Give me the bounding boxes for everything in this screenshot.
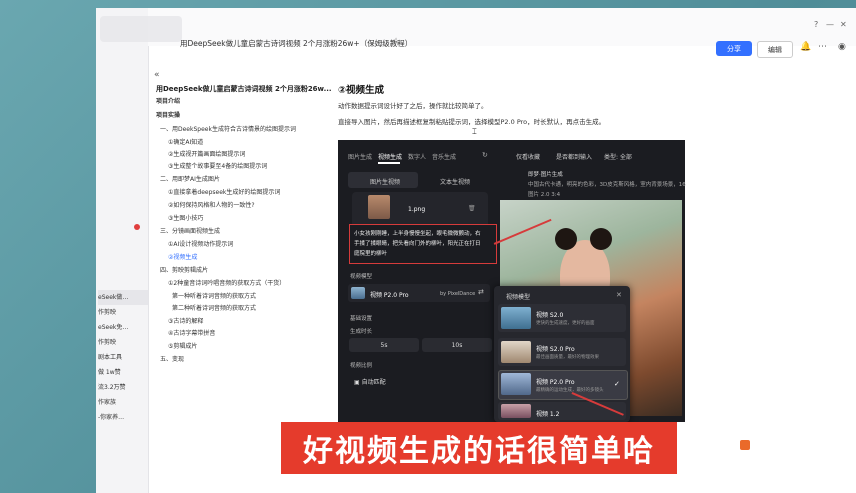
model-option-desc: 最佳画面质量，最好的物理效果 [536, 355, 599, 360]
notification-badge [134, 224, 140, 230]
toc-item[interactable]: ②生成视开篇画面绘图提示词 [168, 149, 245, 158]
share-button[interactable]: 分享 [716, 41, 752, 56]
toc-item[interactable]: ③生图小技巧 [168, 213, 203, 222]
toc-item[interactable]: 三、分镜画面视频生成 [160, 226, 220, 235]
duration-10s[interactable]: 10s [422, 338, 492, 352]
model-provider: by PixelDance [440, 291, 476, 297]
popup-title: 视频模型 [506, 294, 531, 301]
blurred-area [100, 16, 182, 42]
toc-item[interactable]: ⑤剪辑成片 [168, 341, 197, 350]
settings-icon[interactable]: ⇄ [478, 288, 484, 296]
tab-underline [378, 162, 400, 164]
sidebar-item[interactable]: 流3.2万赞 [98, 380, 148, 395]
feed-favorites[interactable]: 仅看收藏 [516, 152, 540, 161]
toc-title[interactable]: 用DeepSeek做儿童启蒙古诗词视频 2个月涨粉26w... [156, 84, 332, 94]
sidebar-item[interactable]: 做 1w赞 [98, 365, 148, 380]
toc-item[interactable]: ②视频生成 [168, 252, 197, 261]
auto-match-option[interactable]: ▣ 自动匹配 [354, 377, 386, 386]
sidebar-item[interactable]: eSeek免… [98, 320, 148, 335]
delete-icon[interactable]: 🗑 [468, 205, 476, 212]
model-option-desc: 更快的生成速度，更好的画面 [536, 321, 595, 326]
figure-hair [555, 228, 577, 250]
prompt-line: 庭院里的柳叶 [354, 251, 388, 257]
model-thumbnail [351, 287, 365, 299]
check-icon: ✓ [614, 380, 620, 388]
cursor-icon: ⌶ [472, 127, 477, 136]
toc-item[interactable]: 五、变现 [160, 354, 184, 363]
sidebar-item[interactable]: eSeek做… [98, 290, 148, 305]
ratio-label: 视频比例 [350, 363, 373, 369]
refresh-icon[interactable]: ↻ [482, 151, 488, 159]
star-icon[interactable]: ☆ [392, 37, 400, 47]
toc-item[interactable]: 项目实操 [156, 110, 180, 119]
uploaded-thumbnail [368, 195, 390, 219]
tab-music-gen[interactable]: 音乐生成 [432, 152, 456, 161]
model-label: 视频模型 [350, 274, 373, 280]
model-thumbnail [501, 373, 531, 395]
sidebar-item[interactable]: 剧本工具 [98, 350, 148, 365]
logo-icon [740, 440, 750, 450]
feed-user: 即梦·图片生成 [528, 172, 563, 178]
sidebar-list: eSeek做… 作剪映 eSeek免… 作剪映 剧本工具 做 1w赞 流3.2万… [98, 290, 148, 425]
toc-item[interactable]: 第一种听着诗词音频的获取方式 [172, 291, 256, 300]
feed-meta: 图片 2.0 3:4 [528, 192, 561, 198]
duration-label: 生成时长 [350, 329, 373, 335]
user-icon[interactable]: ◉ [838, 42, 846, 52]
feed-filter[interactable]: 是否都到输入 [556, 152, 592, 161]
paragraph: 直接导入图片，然后再描述框复制粘贴提示词，选择模型P2.0 Pro，时长默认，再… [338, 118, 606, 126]
edit-button[interactable]: 编辑 [757, 41, 793, 58]
model-name: 视频 P2.0 Pro [370, 292, 409, 299]
help-icon[interactable]: ? [814, 20, 818, 29]
auto-match-label: 自动匹配 [361, 379, 386, 386]
model-option-name: 视频 1.2 [536, 411, 560, 418]
sidebar-item[interactable]: 作剪映 [98, 305, 148, 320]
tab-video-gen[interactable]: 视频生成 [378, 152, 402, 161]
sidebar-item[interactable]: -你家养… [98, 410, 148, 425]
tab-digital-human[interactable]: 数字人 [408, 152, 426, 161]
sidebar-item[interactable]: 作剪映 [98, 335, 148, 350]
toc-item[interactable]: ②如何保持风格和人物的一致性? [168, 200, 255, 209]
toc-item[interactable]: ①2种童音诗词吟唱音频的获取方式（干货） [168, 278, 285, 287]
paragraph: 动作数据提示词设计好了之后，操作就比较简单了。 [338, 102, 488, 110]
collapse-icon[interactable]: « [154, 70, 160, 80]
toc-item[interactable]: ①AI设计视频动作提示词 [168, 239, 233, 248]
feed-desc: 中国古代卡通，明亮的色彩，3D皮克斯风格，室内背景场景，16 [528, 182, 686, 188]
toc-item[interactable]: 项目介绍 [156, 96, 180, 105]
toc-item[interactable]: 四、剪映剪辑成片 [160, 265, 208, 274]
duration-5s[interactable]: 5s [349, 338, 419, 352]
subtab-image-to-video[interactable]: 图片生视频 [370, 177, 400, 186]
toc-item[interactable]: ①确定AI知道 [168, 137, 203, 146]
toc-item[interactable]: ④古诗字幕带拼音 [168, 328, 215, 337]
model-option-name: 视频 S2.0 [536, 312, 564, 319]
model-thumbnail [501, 404, 531, 418]
model-thumbnail [501, 307, 531, 329]
document-title: 用DeepSeek做儿童启蒙古诗词视频 2个月涨粉26w+（保姆级教程） [180, 39, 413, 48]
feed-type[interactable]: 类型: 全部 [604, 152, 632, 161]
close-icon[interactable]: ✕ [616, 291, 622, 299]
toc-item[interactable]: 一、用DeekSpeek生成符合古诗情景的绘图提示词 [160, 124, 296, 133]
file-name: 1.png [408, 206, 426, 213]
toc-item[interactable]: 二、用即梦AI生成图片 [160, 174, 220, 183]
model-option-name: 视频 S2.0 Pro [536, 346, 575, 353]
bell-icon[interactable]: 🔔 [800, 42, 811, 52]
prompt-line: 手揉了揉眼睛，把头看向门外的柳叶，阳光正在打日 [354, 241, 481, 247]
tab-image-gen[interactable]: 图片生成 [348, 152, 372, 161]
model-thumbnail [501, 341, 531, 363]
toc-item[interactable]: ①直接拿着deepseek生成好的绘图提示词 [168, 187, 280, 196]
model-option-name: 视频 P2.0 Pro [536, 379, 575, 386]
subtab-text-to-video[interactable]: 文本生视频 [440, 177, 470, 186]
video-caption: 好视频生成的话很简单哈 [281, 422, 677, 474]
toc-item[interactable]: ③生成整个故事要至4备的绘图提示词 [168, 161, 267, 170]
sidebar-item[interactable]: 作家族 [98, 395, 148, 410]
close-icon[interactable]: ✕ [840, 20, 847, 29]
section-heading: ②视频生成 [338, 85, 385, 96]
model-option-desc: 最精确的运动生成，最好的多镜头 [536, 388, 604, 393]
minimize-icon[interactable]: — [826, 20, 834, 29]
figure-hair [590, 228, 612, 250]
toc-item[interactable]: 第二种听着诗词音频的获取方式 [172, 303, 256, 312]
prompt-line: 小女孩刚刚睡，上半身慢慢坐起，眼毛微微颤动，右 [354, 231, 481, 237]
basic-settings-label: 基础设置 [350, 316, 373, 322]
toc-item[interactable]: ③古诗的解释 [168, 316, 203, 325]
more-icon[interactable]: ⋯ [818, 42, 827, 52]
